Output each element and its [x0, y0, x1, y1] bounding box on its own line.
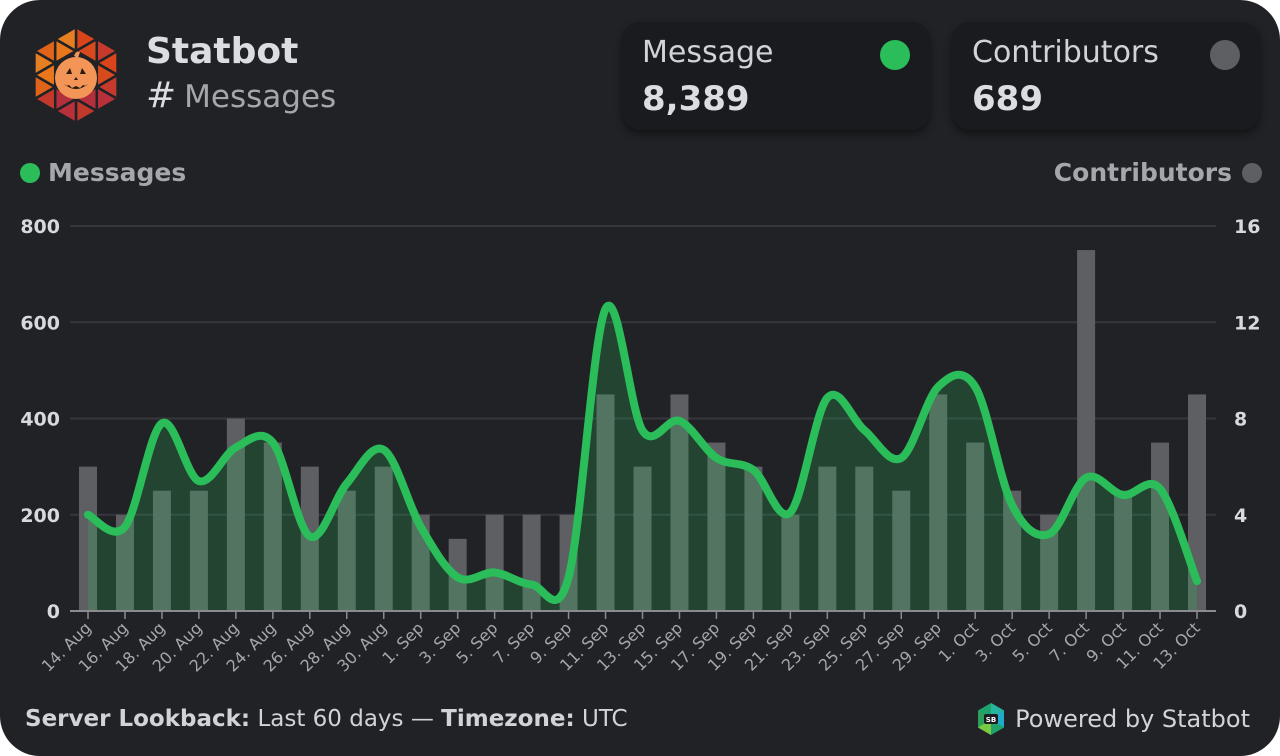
messages-point[interactable] [860, 426, 868, 434]
messages-point[interactable] [786, 508, 794, 516]
y-right-tick-label: 16 [1234, 216, 1260, 238]
y-left-tick-label: 0 [47, 601, 60, 623]
powered-by-link[interactable]: SB Powered by Statbot [975, 702, 1250, 736]
legend-contributors[interactable]: Contributors [1054, 158, 1262, 188]
messages-point[interactable] [232, 443, 240, 451]
messages-point[interactable] [491, 569, 499, 577]
messages-point[interactable] [417, 523, 425, 531]
messages-area-fill [88, 305, 1197, 611]
legend-label: Contributors [1053, 158, 1232, 187]
lookback-value: Last 60 days [257, 706, 404, 732]
messages-point[interactable] [269, 439, 277, 447]
status-dot-icon [1210, 40, 1240, 70]
legend-label: Messages [48, 158, 187, 187]
axes [70, 610, 1216, 619]
stat-label: Message [642, 35, 774, 70]
timezone-value: UTC [581, 706, 628, 732]
separator: — [410, 706, 434, 732]
channel-subtitle: # Messages [146, 76, 336, 117]
y-left-tick-label: 200 [20, 505, 60, 527]
legend-dot-icon [20, 163, 40, 183]
stat-value: 8,389 [642, 79, 750, 119]
stats-card: Statbot # Messages Message 8,389 Contribu… [0, 0, 1280, 756]
messages-point[interactable] [343, 479, 351, 487]
stat-card-contributors: Contributors 689 [952, 22, 1260, 130]
y-right-tick-label: 4 [1234, 505, 1247, 527]
x-tick-label: 1. Oct [935, 618, 982, 665]
y-left-tick-label: 400 [20, 409, 60, 431]
messages-point[interactable] [1119, 491, 1127, 499]
messages-chart: 0200400600800048121614. Aug16. Aug18. Au… [20, 216, 1260, 676]
y-right-tick-label: 0 [1234, 601, 1247, 623]
messages-point[interactable] [675, 417, 683, 425]
y-right-tick-label: 8 [1234, 409, 1247, 431]
messages-point[interactable] [712, 454, 720, 462]
messages-point[interactable] [971, 383, 979, 391]
x-tick-label: 5. Oct [1009, 618, 1056, 665]
messages-area [84, 301, 1201, 611]
messages-point[interactable] [195, 477, 203, 485]
statbot-logo-icon [31, 24, 121, 126]
messages-point[interactable] [1193, 577, 1201, 585]
messages-point[interactable] [1008, 501, 1016, 509]
y-left-tick-label: 800 [20, 216, 60, 238]
messages-point[interactable] [121, 523, 129, 531]
stat-label: Contributors [972, 35, 1159, 70]
messages-point[interactable] [565, 573, 573, 581]
x-tick-label: 3. Oct [972, 618, 1019, 665]
channel-name: Messages [184, 79, 337, 115]
messages-point[interactable] [454, 573, 462, 581]
lookback-label: Server Lookback: [25, 706, 251, 732]
messages-point[interactable] [823, 394, 831, 402]
timezone-label: Timezone: [441, 706, 575, 732]
messages-point[interactable] [1045, 530, 1053, 538]
legend-messages[interactable]: Messages [20, 158, 186, 188]
statbot-small-logo-icon: SB [978, 703, 1005, 735]
messages-point[interactable] [380, 446, 388, 454]
legend-dot-icon [1242, 163, 1262, 183]
svg-text:SB: SB [986, 716, 996, 724]
messages-point[interactable] [934, 383, 942, 391]
messages-point[interactable] [749, 466, 757, 474]
messages-point[interactable] [158, 419, 166, 427]
app-title: Statbot [146, 31, 299, 72]
y-right-tick-label: 12 [1234, 312, 1260, 334]
messages-point[interactable] [1082, 474, 1090, 482]
status-dot-icon [880, 40, 910, 70]
messages-point[interactable] [1156, 485, 1164, 493]
footer-info: Server Lookback: Last 60 days — Timezone… [25, 704, 628, 734]
x-tick-label: 7. Oct [1046, 618, 1093, 665]
messages-point[interactable] [528, 581, 536, 589]
messages-point[interactable] [602, 305, 610, 313]
stat-value: 689 [972, 79, 1043, 119]
powered-by-text: Powered by Statbot [1015, 705, 1250, 733]
stat-card-messages: Message 8,389 [622, 22, 930, 130]
messages-point[interactable] [897, 454, 905, 462]
hash-icon: # [146, 75, 177, 116]
messages-point[interactable] [84, 511, 92, 519]
messages-point[interactable] [306, 532, 314, 540]
y-left-tick-label: 600 [20, 312, 60, 334]
messages-point[interactable] [639, 427, 647, 435]
